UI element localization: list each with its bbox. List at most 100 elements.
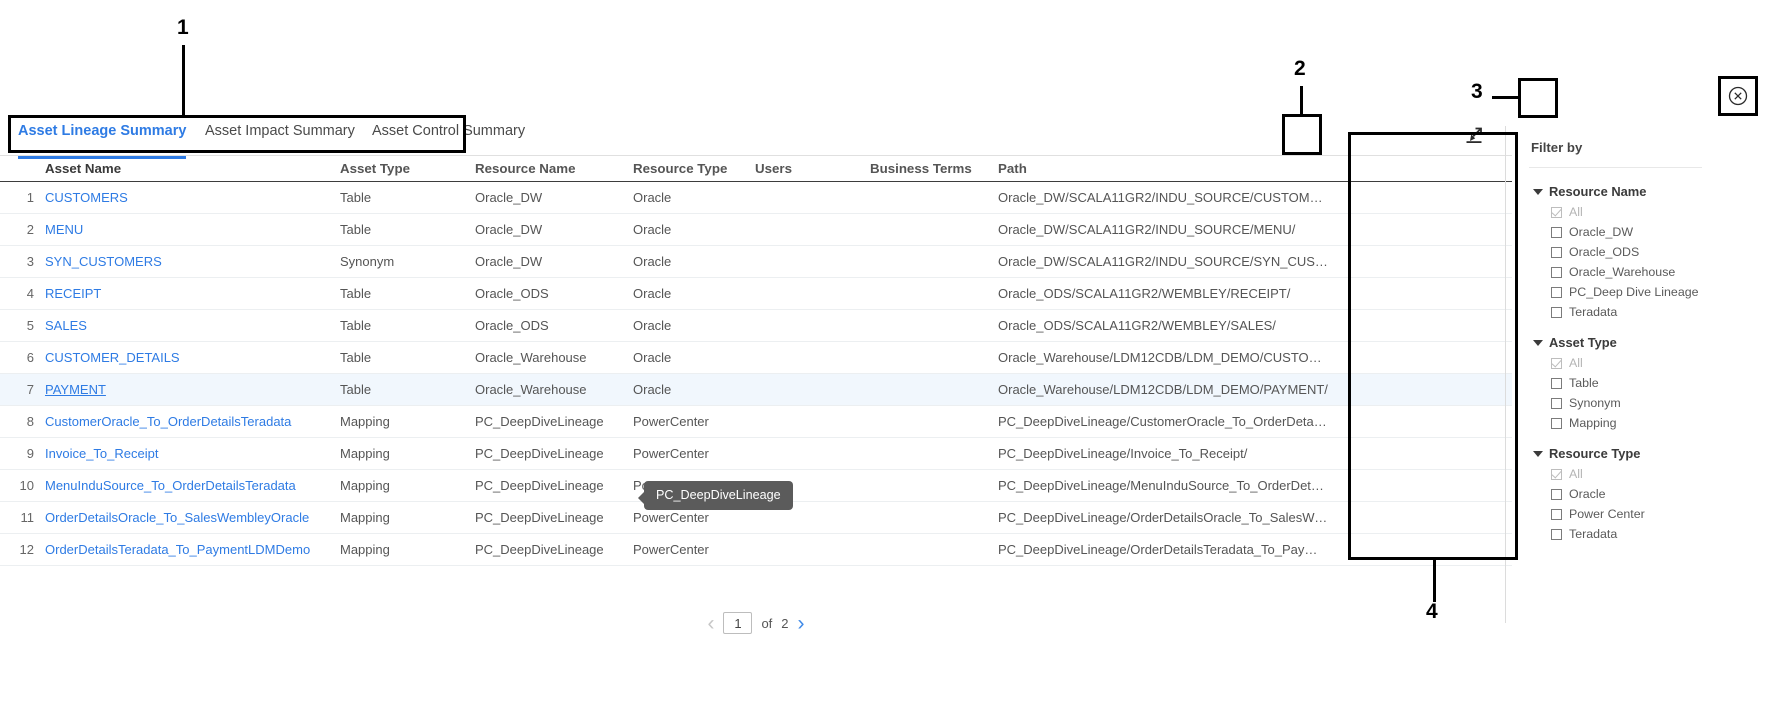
chevron-left-icon[interactable]: ‹ [707,613,714,634]
row-index: 4 [26,286,34,301]
checkbox-icon[interactable] [1551,306,1562,318]
table-row[interactable]: 5 SALES Table Oracle_ODS Oracle Oracle_ODS/SC… [0,310,1512,342]
filter-option[interactable]: Oracle_Warehouse [1533,265,1712,279]
table-row[interactable]: 9 Invoice_To_Receipt Mapping PC_DeepDiveLin… [0,438,1512,470]
table-row[interactable]: 8 CustomerOracle_To_OrderDetailsTeradata M… [0,406,1512,438]
checkbox-icon[interactable] [1551,508,1562,520]
column-header-users[interactable]: Users [755,161,870,176]
table-row[interactable]: 12 OrderDetailsTeradata_To_PaymentLDMDemo… [0,534,1512,566]
filter-group-header[interactable]: Resource Name [1533,184,1712,199]
column-header-path[interactable]: Path [998,161,1328,176]
filter-option-label: Oracle_DW [1569,225,1634,239]
column-header-asset-type[interactable]: Asset Type [340,161,475,176]
filter-option-label: Table [1569,376,1599,390]
cell-resource-name: Oracle_DW [475,222,543,237]
page-number-input[interactable]: 1 [723,612,753,634]
asset-name-link[interactable]: MENU [45,222,83,237]
cell-resource-type: Oracle [633,318,672,333]
filter-option[interactable]: Oracle [1533,487,1712,501]
column-header-resource-type[interactable]: Resource Type [633,161,755,176]
asset-name-link[interactable]: OrderDetailsTeradata_To_PaymentLDMDemo [45,542,310,557]
asset-name-link[interactable]: Invoice_To_Receipt [45,446,158,461]
tab-asset-impact-summary[interactable]: Asset Impact Summary [205,120,355,156]
filter-option[interactable]: Teradata [1533,305,1712,319]
filter-option[interactable]: PC_Deep Dive Lineage [1533,285,1712,299]
panel-divider [1505,126,1506,623]
checkbox-icon[interactable] [1551,266,1562,278]
pagination-of-label: of [761,615,773,631]
table-row[interactable]: 2 MENU Table Oracle_DW Oracle Oracle_DW/SCALA… [0,214,1512,246]
asset-name-link[interactable]: SYN_CUSTOMERS [45,254,162,269]
checkbox-icon[interactable] [1551,488,1562,500]
checkbox-icon[interactable] [1551,417,1562,429]
checkbox-icon[interactable] [1551,377,1562,389]
asset-name-link[interactable]: RECEIPT [45,286,101,301]
callout-number-2: 2 [1294,57,1306,80]
expand-arrow-icon[interactable] [1457,118,1491,152]
filter-option[interactable]: Teradata [1533,527,1712,541]
filter-option[interactable]: Oracle_DW [1533,225,1712,239]
filter-option[interactable]: Oracle_ODS [1533,245,1712,259]
chevron-right-icon[interactable]: › [798,613,805,634]
row-index: 2 [26,222,34,237]
cell-path: Oracle_DW/SCALA11GR2/INDU_SOURCE/CUSTOME… [998,190,1328,205]
filter-group: Asset Type All Table Synonym Mapping [1519,335,1712,430]
table-row[interactable]: 4 RECEIPT Table Oracle_ODS Oracle Oracle_ODS/… [0,278,1512,310]
tab-asset-control-summary[interactable]: Asset Control Summary [372,120,525,156]
callout-leader-4 [1433,560,1436,602]
checkbox-icon[interactable] [1551,246,1562,258]
table-row[interactable]: 7 PAYMENT Table Oracle_Warehouse Oracle Oracl… [0,374,1512,406]
checkbox-icon [1551,357,1562,369]
table-row[interactable]: 6 CUSTOMER_DETAILS Table Oracle_Warehouse Or… [0,342,1512,374]
cell-asset-type: Mapping [340,510,390,525]
filter-group-label: Asset Type [1549,335,1617,350]
asset-name-link[interactable]: CustomerOracle_To_OrderDetailsTeradata [45,414,291,429]
checkbox-icon[interactable] [1551,397,1562,409]
tab-asset-lineage-summary[interactable]: Asset Lineage Summary [18,120,187,159]
asset-name-link[interactable]: CUSTOMERS [45,190,128,205]
cell-resource-name: PC_DeepDiveLineage [475,542,604,557]
row-index: 6 [26,350,34,365]
filter-option[interactable]: Mapping [1533,416,1712,430]
cell-resource-name: PC_DeepDiveLineage [475,414,604,429]
checkbox-icon[interactable] [1551,286,1562,298]
column-header-asset-name[interactable]: Asset Name [40,161,340,176]
filter-option-label: All [1569,356,1583,370]
asset-name-link[interactable]: PAYMENT [45,382,106,397]
table-row[interactable]: 1 CUSTOMERS Table Oracle_DW Oracle Oracle_DW/… [0,182,1512,214]
cell-asset-type: Mapping [340,478,390,493]
filter-group-label: Resource Name [1549,184,1647,199]
filter-option[interactable]: Power Center [1533,507,1712,521]
row-index: 11 [20,510,35,525]
cell-resource-type: Oracle [633,382,672,397]
asset-name-link[interactable]: SALES [45,318,87,333]
cell-resource-type: Oracle [633,350,672,365]
close-circle-icon[interactable] [1718,76,1758,116]
asset-name-link[interactable]: MenuInduSource_To_OrderDetailsTeradata [45,478,296,493]
cell-asset-type: Mapping [340,446,390,461]
column-header-business-terms[interactable]: Business Terms [870,161,998,176]
asset-name-link[interactable]: OrderDetailsOracle_To_SalesWembleyOracle [45,510,309,525]
checkbox-icon[interactable] [1551,528,1562,540]
cell-path: Oracle_DW/SCALA11GR2/INDU_SOURCE/SYN_CUS… [998,254,1328,269]
filter-option[interactable]: Synonym [1533,396,1712,410]
cell-asset-name: MenuInduSource_To_OrderDetailsTeradata [40,478,340,493]
row-index: 5 [26,318,34,333]
filter-group-header[interactable]: Asset Type [1533,335,1712,350]
table-row[interactable]: 3 SYN_CUSTOMERS Synonym Oracle_DW Oracle Orac… [0,246,1512,278]
filter-option: All [1533,205,1712,219]
cell-resource-type: Oracle [633,190,672,205]
filter-option-label: Teradata [1569,305,1618,319]
filter-group-header[interactable]: Resource Type [1533,446,1712,461]
filter-option-label: Synonym [1569,396,1621,410]
callout-number-3: 3 [1471,80,1483,103]
row-index: 8 [26,414,34,429]
checkbox-icon[interactable] [1551,226,1562,238]
cell-resource-name: PC_DeepDiveLineage [475,510,604,525]
filter-group: Resource Type All Oracle Power Center Terada… [1519,446,1712,541]
filter-option[interactable]: Table [1533,376,1712,390]
cell-path: PC_DeepDiveLineage/OrderDetailsTeradata_… [998,542,1328,557]
column-header-resource-name[interactable]: Resource Name [475,161,633,176]
table-header-row: Asset Name Asset Type Resource Name Reso… [0,156,1512,182]
asset-name-link[interactable]: CUSTOMER_DETAILS [45,350,180,365]
